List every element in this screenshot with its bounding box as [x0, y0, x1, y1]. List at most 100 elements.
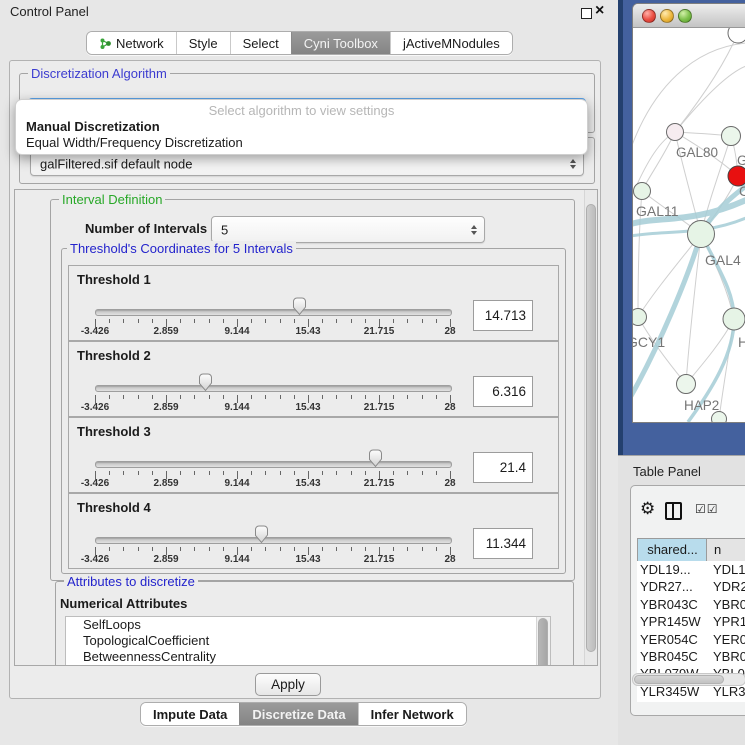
- tab-style[interactable]: Style: [176, 32, 230, 54]
- settings-vertical-scrollbar[interactable]: [584, 190, 597, 665]
- number-of-intervals-label: Number of Intervals: [85, 221, 207, 236]
- tick-mark: [365, 395, 366, 399]
- thresholds-group: Threshold's Coordinates for 5 Intervals …: [61, 248, 566, 574]
- algorithm-group: Discretization Algorithm Select algorith…: [19, 73, 595, 133]
- table-row[interactable]: YBR045CYBR0: [637, 648, 745, 665]
- node-hap2[interactable]: [677, 375, 696, 394]
- tick-label: 21.715: [357, 478, 401, 489]
- slider-thumb[interactable]: [292, 297, 307, 316]
- tab-cyni-toolbox[interactable]: Cyni Toolbox: [291, 32, 390, 54]
- table-row[interactable]: YPR145WYPR1: [637, 613, 745, 630]
- attributes-scrollbar-thumb[interactable]: [538, 618, 548, 666]
- attribute-list-item[interactable]: SelfLoops: [66, 617, 550, 633]
- popup-option-manual[interactable]: Manual Discretization: [26, 119, 160, 134]
- number-of-intervals-combobox[interactable]: 5: [211, 216, 485, 243]
- popup-hint: Select algorithm to view settings: [16, 103, 587, 118]
- node[interactable]: [728, 28, 745, 43]
- table-data-value: galFiltered.sif default node: [40, 156, 192, 171]
- svg-text:GAL11: GAL11: [636, 203, 679, 219]
- gear-icon[interactable]: ⚙: [640, 500, 655, 517]
- apply-button[interactable]: Apply: [255, 673, 321, 696]
- tick-mark: [251, 547, 252, 551]
- tab-select[interactable]: Select: [230, 32, 291, 54]
- tick-mark: [194, 471, 195, 475]
- window-title: Control Panel: [10, 4, 89, 19]
- slider-thumb[interactable]: [198, 373, 213, 392]
- node-gal11[interactable]: [634, 183, 651, 200]
- threshold-value-input[interactable]: 6.316: [473, 376, 533, 407]
- table-row[interactable]: YBR043CYBR0: [637, 596, 745, 613]
- slider-track[interactable]: [95, 385, 452, 392]
- table-horizontal-scrollbar[interactable]: [632, 673, 745, 686]
- network-icon: [99, 37, 112, 50]
- slider-thumb[interactable]: [368, 449, 383, 468]
- threshold-value-input[interactable]: 21.4: [473, 452, 533, 483]
- tick-mark: [123, 319, 124, 323]
- table-row[interactable]: YDR27...YDR2: [637, 578, 745, 595]
- tick-mark: [351, 395, 352, 399]
- minimize-traffic-light-icon[interactable]: [660, 9, 674, 23]
- node[interactable]: [712, 412, 727, 423]
- svg-text:GAL4: GAL4: [705, 252, 741, 268]
- tab-network[interactable]: Network: [87, 32, 176, 54]
- node[interactable]: [723, 308, 745, 330]
- node[interactable]: [722, 127, 741, 146]
- slider-track[interactable]: [95, 309, 452, 316]
- table-row[interactable]: YIL052CYIL0: [637, 700, 745, 702]
- close-icon[interactable]: ×: [595, 2, 604, 20]
- threshold-label: Threshold 4: [77, 500, 151, 515]
- tick-mark: [209, 471, 210, 475]
- attribute-list-item[interactable]: BetweennessCentrality: [66, 649, 550, 665]
- tick-mark: [223, 319, 224, 323]
- node-selected-red[interactable]: [728, 166, 745, 186]
- tick-mark: [407, 395, 408, 399]
- column-header-name[interactable]: n: [706, 538, 745, 562]
- cell-name: YDR2: [706, 578, 745, 595]
- popup-option-equal-width[interactable]: Equal Width/Frequency Discretization: [26, 135, 243, 150]
- node-gal4[interactable]: [688, 221, 715, 248]
- column-header-shared[interactable]: shared...: [637, 538, 708, 562]
- close-traffic-light-icon[interactable]: [642, 9, 656, 23]
- tab-jactivemnodules[interactable]: jActiveMNodules: [390, 32, 512, 54]
- tick-mark: [180, 395, 181, 399]
- attribute-list-item[interactable]: TopologicalCoefficient: [66, 633, 550, 649]
- tick-label: 9.144: [215, 402, 259, 413]
- tab-discretize-data[interactable]: Discretize Data: [239, 703, 357, 725]
- node-gcy1[interactable]: [633, 309, 647, 326]
- split-columns-icon[interactable]: [665, 502, 682, 520]
- column-checkboxes-icon[interactable]: ☑☑: [695, 502, 719, 516]
- slider-track[interactable]: [95, 461, 452, 468]
- horizontal-scrollbar-thumb[interactable]: [634, 675, 724, 684]
- tick-mark: [351, 547, 352, 551]
- tick-mark: [265, 547, 266, 551]
- tick-label: 21.715: [357, 326, 401, 337]
- table-row[interactable]: YDL19...YDL1: [637, 561, 745, 578]
- numerical-attributes-list[interactable]: SelfLoopsTopologicalCoefficientBetweenne…: [65, 616, 551, 666]
- tick-mark: [294, 319, 295, 323]
- tick-label: -3.426: [73, 402, 117, 413]
- slider-track[interactable]: [95, 537, 452, 544]
- network-window-titlebar[interactable]: [633, 4, 745, 28]
- table-row[interactable]: YER054CYER0: [637, 631, 745, 648]
- threshold-value-input[interactable]: 14.713: [473, 300, 533, 331]
- network-canvas[interactable]: GAL80 GA C GAL11 GAL4 GCY1 H HAP2: [633, 28, 745, 422]
- threshold-value-input[interactable]: 11.344: [473, 528, 533, 559]
- node-gal80[interactable]: [667, 124, 684, 141]
- svg-text:GAL80: GAL80: [676, 145, 718, 160]
- slider-thumb[interactable]: [254, 525, 269, 544]
- table-panel-inner: ⚙ ☑☑ shared... n YDL19...YDL1YDR27...YDR…: [630, 485, 745, 716]
- tab-infer-network[interactable]: Infer Network: [358, 703, 466, 725]
- tick-mark: [336, 471, 337, 475]
- thresholds-group-title: Threshold's Coordinates for 5 Intervals: [67, 241, 296, 256]
- svg-text:H: H: [738, 334, 745, 350]
- settings-scrollbar-thumb[interactable]: [586, 204, 596, 652]
- tab-impute-data[interactable]: Impute Data: [141, 703, 239, 725]
- float-window-icon[interactable]: [581, 8, 592, 19]
- attributes-list-scrollbar[interactable]: [536, 617, 550, 666]
- tick-label: 21.715: [357, 554, 401, 565]
- tick-mark: [436, 319, 437, 323]
- tick-mark: [280, 395, 281, 399]
- tick-mark: [407, 547, 408, 551]
- tick-mark: [209, 395, 210, 399]
- zoom-traffic-light-icon[interactable]: [678, 9, 692, 23]
